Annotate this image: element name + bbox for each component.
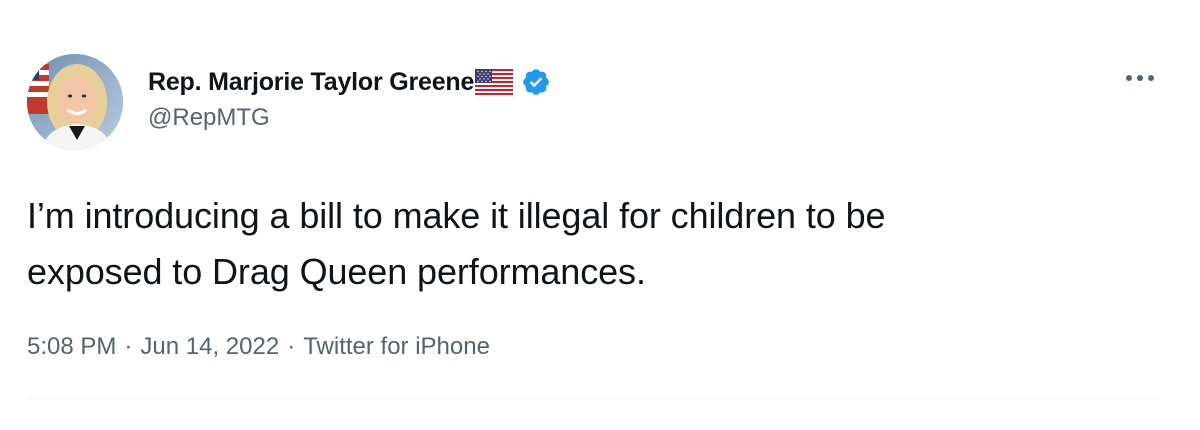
author-display-name[interactable]: Rep. Marjorie Taylor Greene xyxy=(148,66,474,98)
tweet-time[interactable]: 5:08 PM xyxy=(27,330,116,364)
more-options-button[interactable] xyxy=(1118,64,1162,92)
more-dots-icon xyxy=(1126,75,1154,81)
divider xyxy=(27,398,1160,399)
avatar[interactable] xyxy=(27,54,123,150)
tweet-text: I’m introducing a bill to make it illega… xyxy=(27,195,886,292)
tweet-date[interactable]: Jun 14, 2022 xyxy=(140,330,279,364)
tweet-meta: 5:08 PM · Jun 14, 2022 · Twitter for iPh… xyxy=(27,330,490,364)
verified-badge-icon[interactable] xyxy=(521,67,551,97)
author-name-row: Rep. Marjorie Taylor Greene xyxy=(148,66,551,98)
us-flag-icon xyxy=(474,68,514,96)
meta-separator: · xyxy=(124,333,133,360)
meta-separator: · xyxy=(287,333,296,360)
tweet-card: Rep. Marjorie Taylor Greene @RepMTG I’m … xyxy=(0,0,1200,430)
author-handle[interactable]: @RepMTG xyxy=(148,103,551,133)
profile-photo-icon xyxy=(27,54,123,150)
author-block: Rep. Marjorie Taylor Greene @RepMTG xyxy=(148,66,551,166)
tweet-source[interactable]: Twitter for iPhone xyxy=(303,330,490,364)
